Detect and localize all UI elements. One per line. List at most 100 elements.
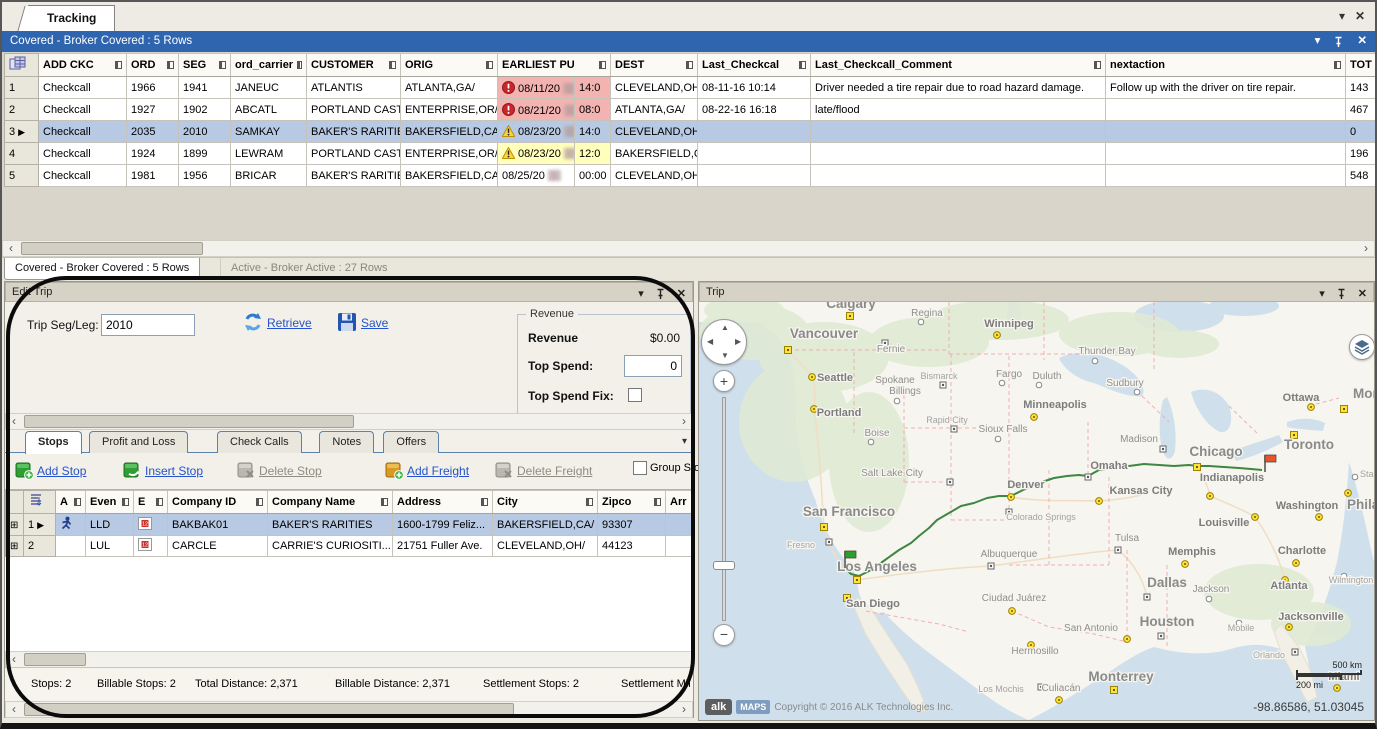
- column-pin-icon[interactable]: [799, 61, 806, 69]
- column-pin-icon[interactable]: [389, 61, 396, 69]
- cell-orig[interactable]: ENTERPRISE,OR/: [401, 143, 498, 165]
- cell-dest[interactable]: CLEVELAND,OH/: [611, 165, 698, 187]
- row-header[interactable]: 4: [5, 143, 39, 165]
- top-spend-fix-checkbox[interactable]: [628, 388, 642, 402]
- cell-even[interactable]: LLD: [86, 514, 134, 536]
- grid-collapse-icon[interactable]: ▾: [1315, 31, 1321, 52]
- tab-offers[interactable]: Offers: [383, 431, 439, 453]
- expand-icon[interactable]: ⊞: [10, 541, 18, 552]
- table-row[interactable]: 3▶Checkcall20352010SAMKAYBAKER'S RARITIE…: [5, 121, 1376, 143]
- cell-checkcall-comment[interactable]: Driver needed a tire repair due to road …: [811, 77, 1106, 99]
- column-pin-icon[interactable]: [256, 498, 263, 506]
- cell-even[interactable]: LUL: [86, 536, 134, 557]
- stop-row[interactable]: ⊞1▶LLD12BAKBAK01BAKER'S RARITIES1600-179…: [6, 514, 694, 536]
- cell-checkcall-comment[interactable]: [811, 143, 1106, 165]
- delete-freight-link[interactable]: Delete Freight: [517, 464, 592, 478]
- edit-trip-hscrollbar[interactable]: ‹ ›: [5, 413, 693, 430]
- stops-column-header-a[interactable]: A: [56, 491, 86, 514]
- cell-arr[interactable]: [666, 514, 694, 536]
- zoom-out-button[interactable]: −: [713, 624, 735, 646]
- column-pin-icon[interactable]: [167, 61, 174, 69]
- main-grid-hscrollbar[interactable]: ‹ ›: [2, 240, 1375, 257]
- tab-notes[interactable]: Notes: [319, 431, 374, 453]
- pan-down-icon[interactable]: ▼: [721, 351, 729, 360]
- tab-stops[interactable]: Stops: [25, 431, 82, 454]
- column-pin-icon[interactable]: [381, 498, 388, 506]
- column-header-ord[interactable]: ORD: [127, 54, 179, 77]
- table-row[interactable]: 5Checkcall19811956BRICARBAKER'S RARITIEB…: [5, 165, 1376, 187]
- cell-nextaction[interactable]: [1106, 165, 1346, 187]
- cell-company-name[interactable]: BAKER'S RARITIES: [268, 514, 393, 536]
- cell-ord[interactable]: 1981: [127, 165, 179, 187]
- map-layers-button[interactable]: [1349, 334, 1374, 360]
- column-header-last-checkcal[interactable]: Last_Checkcal: [698, 54, 811, 77]
- cell-add-ckc[interactable]: Checkcall: [39, 121, 127, 143]
- cell-dest[interactable]: ATLANTA,GA/: [611, 99, 698, 121]
- column-pin-icon[interactable]: [654, 498, 661, 506]
- column-pin-icon[interactable]: [686, 61, 693, 69]
- scroll-left-icon[interactable]: ‹: [6, 652, 22, 667]
- stops-column-header-company-id[interactable]: Company ID: [168, 491, 268, 514]
- map-collapse-icon[interactable]: ▾: [1319, 285, 1325, 303]
- status-tab-active[interactable]: Active - Broker Active : 27 Rows: [220, 258, 398, 280]
- cell-last-checkcall[interactable]: [698, 143, 811, 165]
- pan-up-icon[interactable]: ▲: [721, 323, 729, 332]
- cell-tot[interactable]: 548: [1346, 165, 1375, 187]
- retrieve-link[interactable]: Retrieve: [267, 316, 312, 330]
- save-icon[interactable]: [337, 312, 357, 332]
- cell-earliest-pu-time[interactable]: 00:00: [575, 165, 611, 187]
- column-header-last-checkcall-comment[interactable]: Last_Checkcall_Comment: [811, 54, 1106, 77]
- column-header-nextaction[interactable]: nextaction: [1106, 54, 1346, 77]
- stops-column-header-city[interactable]: City: [493, 491, 598, 514]
- column-header-earliest-pu[interactable]: EARLIEST PU: [498, 54, 611, 77]
- cell-ord[interactable]: 1966: [127, 77, 179, 99]
- cell-customer[interactable]: BAKER'S RARITIE: [307, 121, 401, 143]
- cell-customer[interactable]: PORTLAND CAST: [307, 99, 401, 121]
- cell-customer[interactable]: BAKER'S RARITIE: [307, 165, 401, 187]
- cell-seg[interactable]: 1902: [179, 99, 231, 121]
- retrieve-icon[interactable]: [243, 312, 263, 332]
- cell-add-ckc[interactable]: Checkcall: [39, 77, 127, 99]
- table-row[interactable]: 1Checkcall19661941JANEUCATLANTISATLANTA,…: [5, 77, 1376, 99]
- column-header-seg[interactable]: SEG: [179, 54, 231, 77]
- stops-column-header-address[interactable]: Address: [393, 491, 493, 514]
- cell-tot[interactable]: 467: [1346, 99, 1375, 121]
- column-pin-icon[interactable]: [1334, 61, 1341, 69]
- cell-earliest-pu-time[interactable]: 12:0: [575, 143, 611, 165]
- cell-earliest-pu-time[interactable]: 08:0: [575, 99, 611, 121]
- edit-trip-close-icon[interactable]: ✕: [677, 285, 686, 303]
- cell-orig[interactable]: BAKERSFIELD,CA: [401, 165, 498, 187]
- column-pin-icon[interactable]: [599, 61, 606, 69]
- scroll-left-icon[interactable]: ‹: [6, 414, 22, 429]
- pan-left-icon[interactable]: ◀: [707, 337, 713, 346]
- edit-trip-bottom-hscrollbar[interactable]: ‹ ›: [5, 701, 693, 718]
- tab-profit-and-loss[interactable]: Profit and Loss: [89, 431, 188, 453]
- scroll-left-icon[interactable]: ‹: [3, 241, 19, 256]
- zoom-slider-track[interactable]: [722, 397, 726, 621]
- cell-earliest-pu-date[interactable]: 08/11/20: [498, 77, 575, 99]
- scroll-thumb[interactable]: [24, 415, 354, 428]
- cell-checkcall-comment[interactable]: late/flood: [811, 99, 1106, 121]
- cell-carrier[interactable]: SAMKAY: [231, 121, 307, 143]
- cell-ord[interactable]: 1924: [127, 143, 179, 165]
- cell-seg[interactable]: 2010: [179, 121, 231, 143]
- cell-address[interactable]: 1600-1799 Feliz...: [393, 514, 493, 536]
- column-header-add-ckc[interactable]: ADD CKC: [39, 54, 127, 77]
- column-header-tot[interactable]: TOT: [1346, 54, 1375, 77]
- stops-column-header-zipco[interactable]: Zipco: [598, 491, 666, 514]
- group-stop-checkbox[interactable]: [633, 461, 647, 475]
- cell-city[interactable]: BAKERSFIELD,CA/: [493, 514, 598, 536]
- cell-address[interactable]: 21751 Fuller Ave.: [393, 536, 493, 557]
- cell-dest[interactable]: CLEVELAND,OH/: [611, 77, 698, 99]
- cell-ord[interactable]: 1927: [127, 99, 179, 121]
- stops-sort-cell[interactable]: [24, 491, 56, 514]
- table-row[interactable]: 2Checkcall19271902ABCATLPORTLAND CASTENT…: [5, 99, 1376, 121]
- cell-e[interactable]: 12: [134, 514, 168, 536]
- cell-orig[interactable]: ATLANTA,GA/: [401, 77, 498, 99]
- stop-row-header[interactable]: 1▶: [24, 514, 56, 536]
- map-canvas[interactable]: CalgaryReginaWinnipegVancouverFernieThun…: [699, 302, 1374, 720]
- stops-column-header-e[interactable]: E: [134, 491, 168, 514]
- column-pin-icon[interactable]: [219, 61, 226, 69]
- edit-trip-pin-icon[interactable]: [656, 288, 665, 300]
- cell-company-id[interactable]: BAKBAK01: [168, 514, 268, 536]
